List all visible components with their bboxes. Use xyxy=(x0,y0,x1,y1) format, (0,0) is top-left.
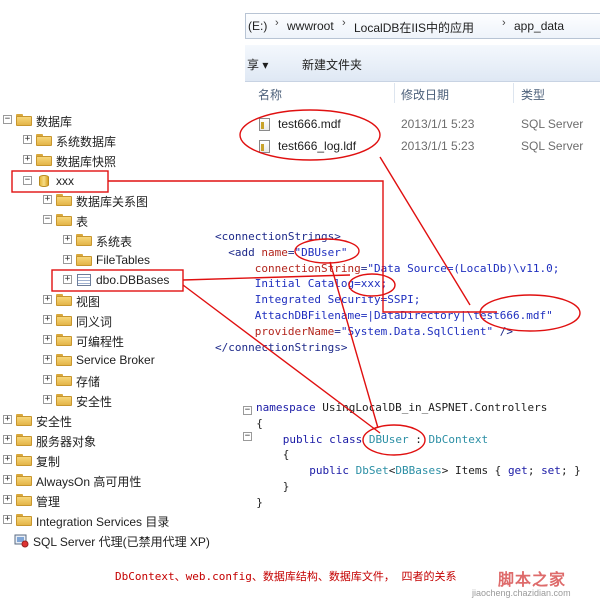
connector-line xyxy=(182,274,351,281)
watermark-logo: 脚本之家 xyxy=(498,572,567,589)
connector-line xyxy=(108,180,497,313)
mdf-highlight-ellipse xyxy=(479,294,581,332)
watermark-url: jiaocheng.chazidian.com xyxy=(472,588,571,598)
name-highlight-ellipse xyxy=(294,238,360,264)
class-highlight-ellipse xyxy=(362,424,426,456)
connector-line xyxy=(329,261,379,429)
figure-caption: DbContext、web.config、数据库结构、数据库文件， 四者的关系 xyxy=(115,570,457,583)
catalog-highlight-ellipse xyxy=(348,273,396,297)
connector-line xyxy=(182,284,381,434)
connector-line xyxy=(379,156,471,306)
table-highlight-box xyxy=(51,269,184,292)
files-highlight-ellipse xyxy=(239,109,381,161)
annotation-overlay xyxy=(11,109,581,456)
database-highlight-box xyxy=(11,170,109,193)
